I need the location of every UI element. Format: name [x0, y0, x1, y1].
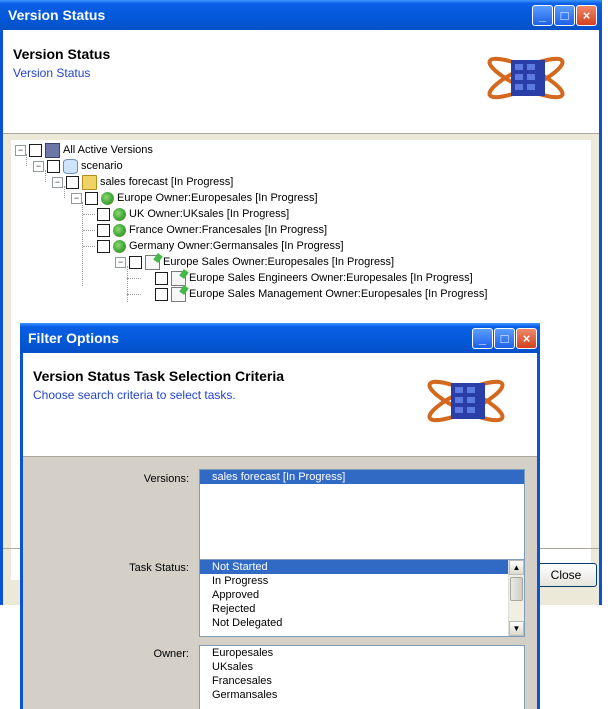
filter-options-titlebar[interactable]: Filter Options _ □ ×: [20, 323, 540, 353]
collapse-icon[interactable]: −: [71, 192, 82, 204]
close-window-button[interactable]: ×: [576, 5, 597, 26]
list-item[interactable]: Approved: [200, 588, 524, 602]
header-subtitle: Choose search criteria to select tasks.: [33, 388, 236, 402]
header-title: Version Status Task Selection Criteria: [33, 368, 285, 384]
checkbox[interactable]: [97, 223, 110, 237]
window-title: Filter Options: [28, 330, 119, 346]
scroll-up-icon[interactable]: ▲: [509, 560, 524, 575]
list-item[interactable]: UKsales: [200, 660, 524, 674]
collapse-icon[interactable]: −: [115, 256, 126, 268]
product-logo: [487, 56, 565, 100]
task-status-scrollbar[interactable]: ▲ ▼: [508, 560, 524, 636]
task-status-label: Task Status:: [129, 562, 189, 574]
scroll-thumb[interactable]: [510, 577, 523, 601]
product-logo: [427, 379, 505, 423]
list-item[interactable]: Rejected: [200, 602, 524, 616]
close-button[interactable]: Close: [535, 563, 597, 587]
list-item[interactable]: Not Started: [200, 560, 524, 574]
tree-node[interactable]: − All Active Versions: [15, 142, 153, 158]
list-item[interactable]: sales forecast [In Progress]: [200, 470, 524, 484]
globe-icon: [101, 191, 114, 205]
globe-icon: [113, 239, 126, 253]
filter-options-window: Filter Options _ □ × Version Status Task…: [20, 323, 540, 709]
tree-node-label: scenario: [81, 160, 123, 173]
tree-node-label: Europe Owner:Europesales [In Progress]: [117, 192, 318, 205]
database-icon: [63, 158, 78, 174]
network-icon: [45, 142, 60, 158]
header-title: Version Status: [13, 46, 111, 62]
minimize-button[interactable]: _: [472, 328, 493, 349]
list-item[interactable]: Germansales: [200, 688, 524, 702]
tree-node[interactable]: − Europe Owner:Europesales [In Progress]: [71, 190, 318, 206]
list-item[interactable]: Europesales: [200, 646, 524, 660]
tree-node[interactable]: Europe Sales Management Owner:Europesale…: [155, 286, 487, 302]
header-subtitle: Version Status: [13, 66, 91, 80]
list-item[interactable]: In Progress: [200, 574, 524, 588]
document-edit-icon: [171, 286, 186, 302]
tree-node-label: Germany Owner:Germansales [In Progress]: [129, 240, 344, 253]
checkbox[interactable]: [29, 143, 42, 157]
document-edit-icon: [171, 270, 186, 286]
tree-node-label: All Active Versions: [63, 144, 153, 157]
header-panel: Version Status Task Selection Criteria C…: [23, 353, 537, 457]
tree-node-label: UK Owner:UKsales [In Progress]: [129, 208, 290, 221]
list-item[interactable]: Francesales: [200, 674, 524, 688]
version-status-titlebar[interactable]: Version Status _ □ ×: [0, 0, 602, 30]
tree-node[interactable]: UK Owner:UKsales [In Progress]: [97, 206, 289, 222]
globe-icon: [113, 223, 126, 237]
versions-label: Versions:: [143, 473, 189, 485]
globe-icon: [113, 207, 126, 221]
tree-node-label: Europe Sales Owner:Europesales [In Progr…: [163, 256, 395, 269]
owner-listbox[interactable]: Europesales UKsales Francesales Germansa…: [199, 645, 525, 709]
folder-icon: [82, 174, 97, 190]
checkbox[interactable]: [97, 207, 110, 221]
tree-node-label: sales forecast [In Progress]: [100, 176, 234, 189]
tree-node[interactable]: Europe Sales Engineers Owner:Europesales…: [155, 270, 473, 286]
collapse-icon[interactable]: −: [52, 176, 63, 188]
close-window-button[interactable]: ×: [516, 328, 537, 349]
tree-node[interactable]: − scenario: [33, 158, 123, 174]
checkbox[interactable]: [85, 191, 98, 205]
checkbox[interactable]: [155, 271, 168, 285]
collapse-icon[interactable]: −: [15, 144, 26, 156]
list-item[interactable]: Not Delegated: [200, 616, 524, 630]
maximize-button[interactable]: □: [494, 328, 515, 349]
scroll-down-icon[interactable]: ▼: [509, 621, 524, 636]
tree-node[interactable]: France Owner:Francesales [In Progress]: [97, 222, 327, 238]
window-title: Version Status: [8, 7, 106, 23]
tree-node[interactable]: Germany Owner:Germansales [In Progress]: [97, 238, 344, 254]
checkbox[interactable]: [97, 239, 110, 253]
checkbox[interactable]: [129, 255, 142, 269]
maximize-button[interactable]: □: [554, 5, 575, 26]
checkbox[interactable]: [155, 287, 168, 301]
owner-label: Owner:: [153, 648, 189, 660]
tree-node[interactable]: − sales forecast [In Progress]: [52, 174, 233, 190]
checkbox[interactable]: [47, 159, 60, 173]
task-status-listbox[interactable]: Not Started In Progress Approved Rejecte…: [199, 559, 525, 637]
minimize-button[interactable]: _: [532, 5, 553, 26]
tree-node-label: Europe Sales Management Owner:Europesale…: [189, 288, 488, 301]
checkbox[interactable]: [66, 175, 79, 189]
tree-node[interactable]: − Europe Sales Owner:Europesales [In Prog…: [115, 254, 394, 270]
collapse-icon[interactable]: −: [33, 160, 44, 172]
document-edit-icon: [145, 254, 160, 270]
tree-node-label: Europe Sales Engineers Owner:Europesales…: [189, 272, 473, 285]
versions-listbox[interactable]: sales forecast [In Progress]: [199, 469, 525, 567]
tree-node-label: France Owner:Francesales [In Progress]: [129, 224, 328, 237]
header-panel: Version Status Version Status: [3, 30, 599, 134]
